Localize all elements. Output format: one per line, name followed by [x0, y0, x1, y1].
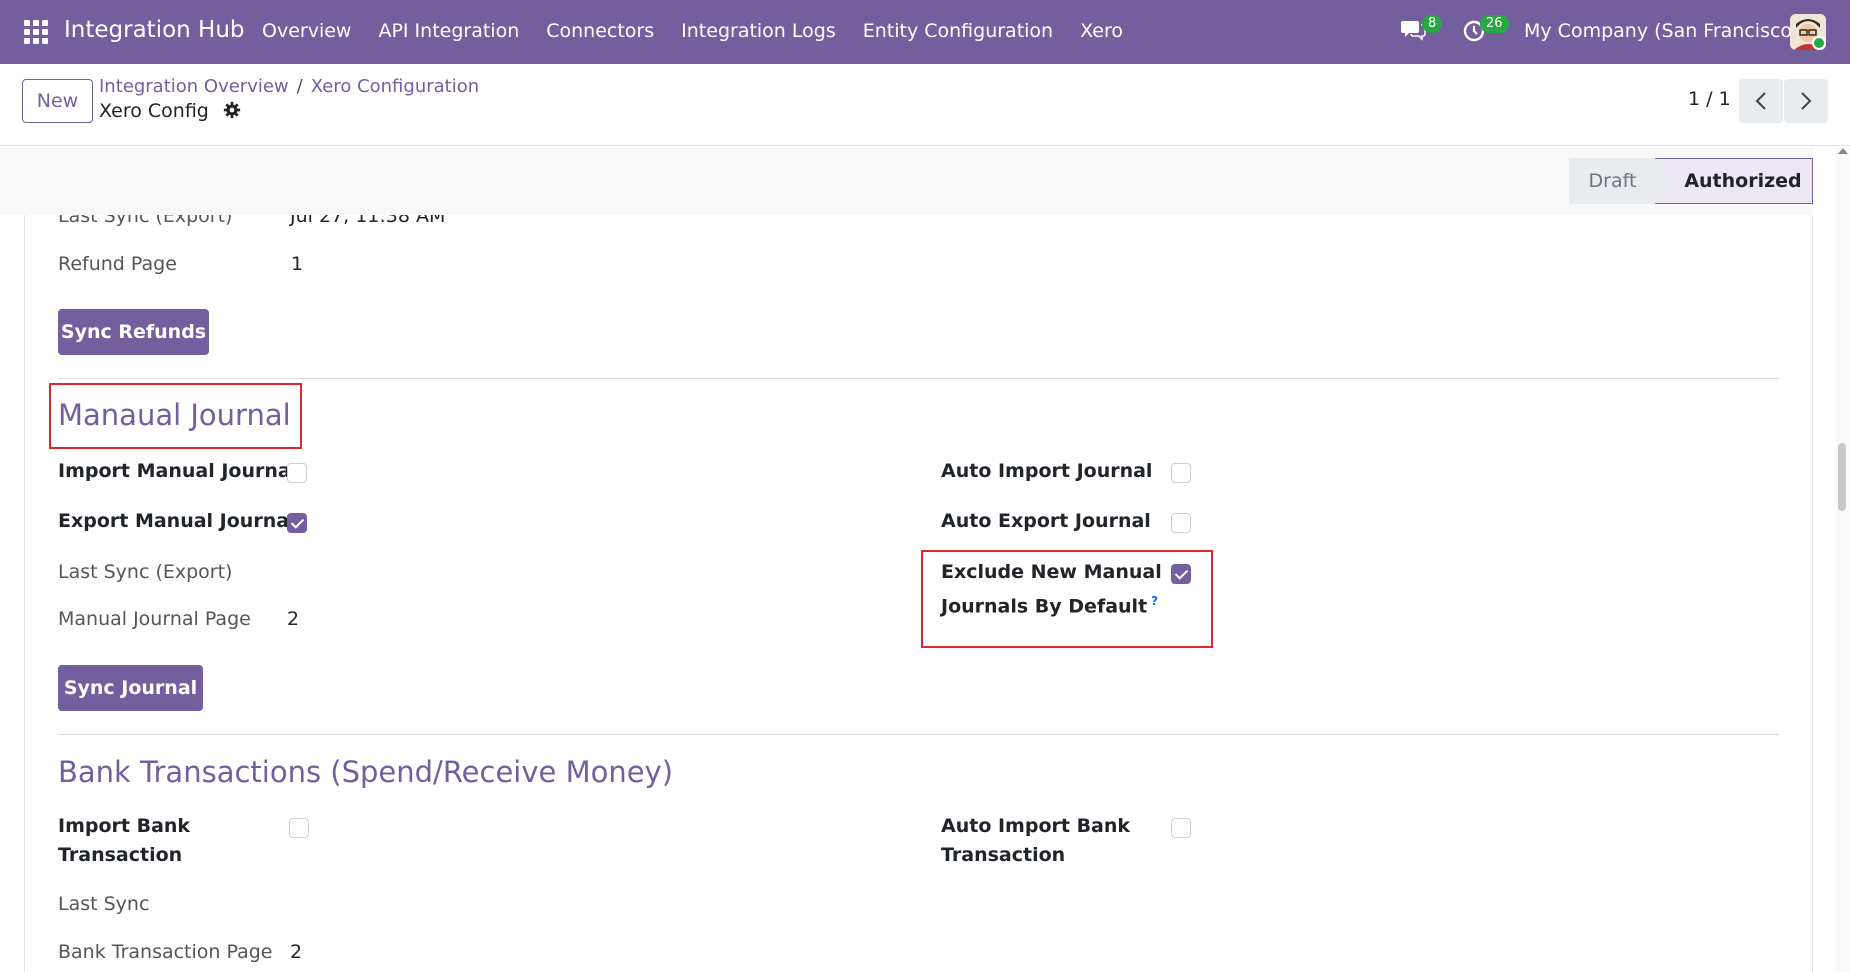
- import-bank-transaction-label-line1: Import Bank: [58, 815, 191, 837]
- breadcrumb: Integration Overview / Xero Configuration: [99, 76, 479, 97]
- menu-api-integration[interactable]: API Integration: [378, 20, 519, 42]
- auto-export-journal-checkbox[interactable]: [1171, 513, 1191, 533]
- scrollbar-track[interactable]: [1836, 147, 1850, 972]
- import-bank-transaction-checkbox[interactable]: [289, 818, 309, 838]
- sync-journal-button[interactable]: Sync Journal: [58, 665, 203, 711]
- bank-transactions-title: Bank Transactions (Spend/Receive Money): [58, 755, 674, 789]
- record-title: Xero Config: [99, 100, 241, 122]
- status-draft[interactable]: Draft: [1569, 158, 1656, 204]
- messages-badge: 8: [1422, 15, 1443, 33]
- form-statusbar: [0, 147, 1813, 215]
- exclude-new-journals-checkbox[interactable]: [1171, 564, 1191, 584]
- import-manual-journal-checkbox[interactable]: [287, 463, 307, 483]
- journal-last-sync-label: Last Sync (Export): [58, 561, 233, 583]
- auto-export-journal-label: Auto Export Journal: [941, 510, 1151, 532]
- refund-page-label: Refund Page: [58, 253, 177, 275]
- scrollbar-thumb[interactable]: [1838, 443, 1846, 511]
- refund-last-sync-value: Jul 27, 11:38 AM: [290, 215, 446, 227]
- auto-import-bank-label-line1: Auto Import Bank: [941, 815, 1131, 837]
- company-switcher[interactable]: My Company (San Francisco): [1524, 20, 1799, 42]
- exclude-new-journals-label-line1: Exclude New Manual: [941, 561, 1162, 583]
- pager-previous-button[interactable]: [1739, 79, 1783, 123]
- exclude-new-journals-label-text: Journals By Default: [941, 595, 1148, 618]
- chevron-right-icon: [1801, 92, 1812, 110]
- export-manual-journal-checkbox[interactable]: [287, 513, 307, 533]
- form-sheet: Last Sync (Export) Jul 27, 11:38 AM Refu…: [24, 215, 1813, 972]
- menu-overview[interactable]: Overview: [262, 20, 351, 42]
- help-tooltip-icon[interactable]: ?: [1151, 594, 1158, 608]
- apps-menu-icon[interactable]: [24, 20, 48, 44]
- bank-transaction-page-label: Bank Transaction Page: [58, 941, 273, 963]
- manual-journal-page-value[interactable]: 2: [287, 605, 299, 634]
- auto-import-bank-checkbox[interactable]: [1171, 818, 1191, 838]
- breadcrumb-integration-overview[interactable]: Integration Overview: [99, 76, 289, 97]
- status-authorized[interactable]: Authorized: [1655, 158, 1813, 204]
- refund-last-sync-label: Last Sync (Export): [58, 215, 233, 227]
- import-manual-journal-label: Import Manual Journal: [58, 460, 298, 482]
- new-button[interactable]: New: [22, 79, 93, 123]
- chevron-left-icon: [1755, 92, 1766, 110]
- menu-connectors[interactable]: Connectors: [546, 20, 654, 42]
- breadcrumb-separator: /: [296, 76, 303, 97]
- control-panel: New Integration Overview / Xero Configurat…: [0, 64, 1850, 146]
- scroll-up-arrow-icon[interactable]: [1838, 148, 1848, 154]
- top-navbar: Integration Hub Overview API Integration…: [0, 0, 1850, 64]
- menu-integration-logs[interactable]: Integration Logs: [681, 20, 836, 42]
- pager-next-button[interactable]: [1784, 79, 1828, 123]
- refund-page-value[interactable]: 1: [291, 250, 303, 279]
- sync-refunds-button[interactable]: Sync Refunds: [58, 309, 209, 355]
- record-title-text: Xero Config: [99, 100, 209, 122]
- bank-transaction-page-value[interactable]: 2: [290, 938, 302, 967]
- bank-last-sync-label: Last Sync: [58, 893, 150, 915]
- auto-import-bank-label-line2: Transaction: [941, 844, 1066, 866]
- app-title[interactable]: Integration Hub: [64, 17, 245, 43]
- export-manual-journal-label: Export Manual Journal: [58, 510, 296, 532]
- breadcrumb-xero-configuration[interactable]: Xero Configuration: [311, 76, 479, 97]
- menu-xero[interactable]: Xero: [1080, 20, 1123, 42]
- menu-entity-configuration[interactable]: Entity Configuration: [863, 20, 1053, 42]
- section-divider: [58, 734, 1779, 735]
- exclude-new-journals-label-line2: Journals By Default?: [941, 587, 1158, 621]
- manual-journal-page-label: Manual Journal Page: [58, 608, 251, 630]
- import-bank-transaction-label-line2: Transaction: [58, 844, 183, 866]
- section-divider: [58, 378, 1779, 379]
- auto-import-journal-checkbox[interactable]: [1171, 463, 1191, 483]
- main-menu: Overview API Integration Connectors Inte…: [262, 20, 1150, 42]
- manual-journal-title: Manaual Journal: [58, 398, 291, 432]
- status-arrow-divider: [1655, 158, 1671, 204]
- gear-icon[interactable]: [223, 101, 241, 119]
- pager-value[interactable]: 1 / 1: [1688, 88, 1731, 110]
- activities-badge: 26: [1480, 15, 1509, 33]
- online-status-dot: [1812, 36, 1826, 50]
- auto-import-journal-label: Auto Import Journal: [941, 460, 1153, 482]
